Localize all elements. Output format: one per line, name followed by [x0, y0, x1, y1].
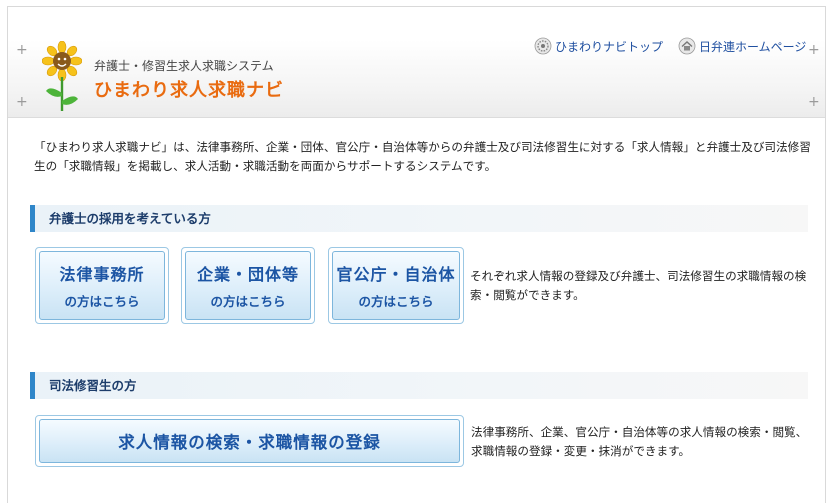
system-subtitle: 弁護士・修習生求人求職システム [94, 59, 274, 73]
government-agency-button[interactable]: 官公庁・自治体 の方はこちら [328, 247, 464, 324]
job-search-registration-button-label: 求人情報の検索・求職情報の登録 [118, 433, 381, 452]
company-organization-button-title: 企業・団体等 [196, 265, 299, 284]
header: + + + + 弁護士・修習生求人求職システム ひまわり求人求職ナビ ひまわりナ… [8, 7, 825, 118]
page-frame: + + + + 弁護士・修習生求人求職システム ひまわり求人求職ナビ ひまわりナ… [7, 6, 826, 503]
plus-mark-decoration: + [16, 94, 28, 110]
government-agency-button-title: 官公庁・自治体 [336, 265, 456, 284]
intro-text: 「ひまわり求人求職ナビ」は、法律事務所、企業・団体、官公庁・自治体等からの弁護士… [34, 140, 811, 173]
sunflower-emblem-icon [534, 37, 552, 55]
law-office-button-face: 法律事務所 の方はこちら [39, 251, 165, 320]
site-title[interactable]: ひまわり求人求職ナビ [94, 76, 284, 102]
section-heading-employers: 弁護士の採用を考えている方 [30, 205, 808, 232]
nichibenren-homepage-link[interactable]: 日弁連ホームページ [678, 37, 806, 55]
himawari-navi-top-label: ひまわりナビトップ [555, 39, 664, 54]
law-office-button-title: 法律事務所 [59, 265, 145, 284]
himawari-navi-top-link[interactable]: ひまわりナビトップ [534, 37, 663, 55]
sunflower-logo-icon[interactable] [42, 41, 82, 113]
job-search-registration-button[interactable]: 求人情報の検索・求職情報の登録 [35, 415, 464, 467]
section-heading-trainees: 司法修習生の方 [30, 372, 808, 399]
plus-mark-decoration: + [808, 94, 820, 110]
home-icon [678, 37, 696, 55]
plus-mark-decoration: + [808, 42, 820, 58]
company-organization-button[interactable]: 企業・団体等 の方はこちら [181, 247, 315, 324]
plus-mark-decoration: + [16, 42, 28, 58]
trainees-description: 法律事務所、企業、官公庁・自治体等の求人情報の検索・閲覧、求職情報の登録・変更・… [471, 425, 808, 458]
law-office-button[interactable]: 法律事務所 の方はこちら [35, 247, 169, 324]
company-organization-button-sub: の方はこちら [210, 294, 286, 309]
law-office-button-sub: の方はこちら [64, 294, 140, 309]
government-agency-button-face: 官公庁・自治体 の方はこちら [332, 251, 460, 320]
employers-description: それぞれ求人情報の登録及び弁護士、司法修習生の求職情報の検索・閲覧ができます。 [470, 269, 807, 302]
company-organization-button-face: 企業・団体等 の方はこちら [185, 251, 311, 320]
nichibenren-homepage-label: 日弁連ホームページ [699, 39, 807, 54]
government-agency-button-sub: の方はこちら [358, 294, 434, 309]
job-search-registration-button-face: 求人情報の検索・求職情報の登録 [39, 419, 460, 463]
